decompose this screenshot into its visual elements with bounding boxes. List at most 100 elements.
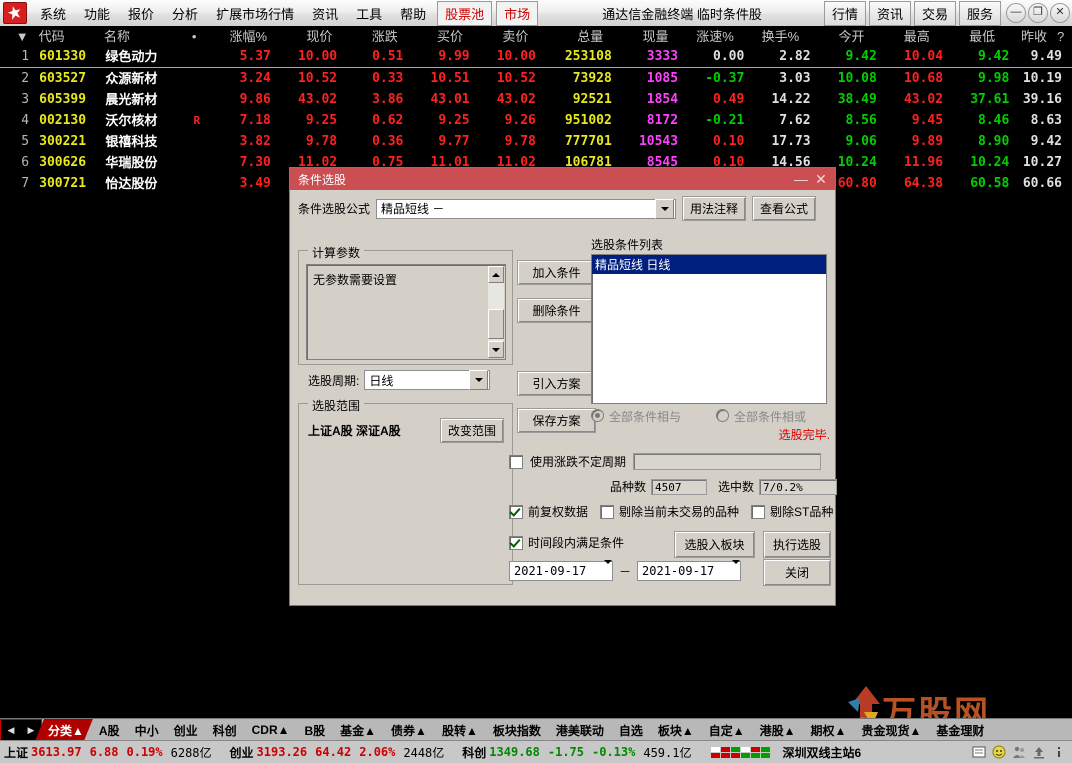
use-updown-input[interactable] [633,453,822,470]
scroll-thumb[interactable] [488,309,504,340]
chevron-down-icon[interactable] [655,198,675,219]
radio-and-icon[interactable] [591,409,604,422]
server-name[interactable]: 深圳双线主站6 [782,744,861,761]
col-change[interactable]: 涨跌 [340,26,405,47]
tab-6[interactable]: B股 [291,719,334,741]
menu-item-help[interactable]: 帮助 [391,1,435,26]
tab-18[interactable]: 基金理财 [923,719,993,741]
period-chevron-down-icon[interactable] [469,370,489,390]
col-turnover[interactable]: 换手% [742,26,807,47]
dialog-minimize-button[interactable]: — [791,170,811,188]
people-icon[interactable] [1012,745,1026,759]
dialog-close-icon[interactable]: ✕ [811,170,831,188]
menu-item-quote[interactable]: 报价 [119,1,163,26]
adjust-checkbox[interactable] [509,504,523,519]
use-updown-checkbox[interactable] [509,454,523,469]
formula-select[interactable]: 精品短线 － [376,198,677,219]
col-low[interactable]: 最低 [938,26,1003,47]
tab-4[interactable]: 科创 [200,719,246,741]
note-icon[interactable] [972,745,986,759]
col-current-vol[interactable]: 现量 [611,26,676,47]
exclude-untraded-checkbox[interactable] [600,504,615,519]
view-formula-button[interactable]: 查看公式 [752,196,817,221]
window-minimize-button[interactable]: — [1006,3,1026,23]
scroll-up-icon[interactable] [488,266,504,283]
smiley-icon[interactable] [992,745,1006,759]
menu-item-analysis[interactable]: 分析 [163,1,207,26]
col-code[interactable]: 代码 [39,26,104,47]
col-help-icon[interactable]: ? [1057,26,1072,47]
col-prev-close[interactable]: 昨收 [1003,26,1057,47]
scroll-down-icon[interactable] [488,341,504,358]
to-block-button[interactable]: 选股入板块 [674,531,755,558]
col-open[interactable]: 今开 [807,26,872,47]
tab-7[interactable]: 基金▲ [327,719,385,741]
menu-item-function[interactable]: 功能 [75,1,119,26]
date-to-chevron-down-icon[interactable] [732,560,741,578]
exclude-untraded-option[interactable]: 剔除当前未交易的品种 [600,503,739,520]
radio-or-icon[interactable] [716,409,729,422]
col-volume[interactable]: 总量 [536,26,611,47]
menu-item-system[interactable]: 系统 [31,1,75,26]
col-change-pct[interactable]: 涨幅% [210,26,275,47]
date-from-input[interactable]: 2021-09-17 [509,560,613,581]
calc-params-scrollbar[interactable] [488,266,504,358]
window-close-button[interactable]: ✕ [1050,3,1070,23]
col-high[interactable]: 最高 [872,26,937,47]
timerange-checkbox[interactable] [509,535,523,550]
import-plan-button[interactable]: 引入方案 [517,371,596,396]
menu-item-tools[interactable]: 工具 [347,1,391,26]
header-button-trade[interactable]: 交易 [913,0,956,26]
scroll-track[interactable] [488,283,504,341]
upload-icon[interactable] [1032,745,1046,759]
list-item[interactable]: 精品短线 日线 [592,255,826,274]
tab-14[interactable]: 自定▲ [696,719,754,741]
period-select[interactable]: 日线 [364,370,491,390]
header-button-news[interactable]: 资讯 [868,0,911,26]
tab-prev-icon[interactable]: ◀ [8,725,15,736]
tab-1[interactable]: A股 [86,719,129,741]
tab-16[interactable]: 期权▲ [798,719,856,741]
col-name[interactable]: 名称 [104,26,187,47]
timerange-option[interactable]: 时间段内满足条件 [509,534,624,551]
table-row[interactable]: 4 002130 沃尔核材 R 7.18 9.25 0.62 9.25 9.26 951002 81… [0,110,1072,131]
exclude-st-option[interactable]: 剔除ST品种 [751,503,833,520]
run-button[interactable]: 执行选股 [763,531,831,558]
table-row[interactable]: 5 300221 银禧科技 3.82 9.78 0.36 9.77 9.78 777701 105… [0,131,1072,152]
table-row[interactable]: 2 603527 众源新材 3.24 10.52 0.33 10.51 10.52 73928 1… [0,68,1072,89]
index-item[interactable]: 创业 3193.26 64.42 2.06% 2448亿 [226,744,459,761]
col-sort-icon[interactable]: ▼ [0,26,39,47]
calc-params-listbox[interactable]: 无参数需要设置 [306,264,506,360]
usage-note-button[interactable]: 用法注释 [682,196,747,221]
tab-0[interactable]: 分类▲ [35,719,93,741]
delete-condition-button[interactable]: 删除条件 [517,298,596,323]
index-item[interactable]: 科创 1349.68 -1.75 -0.13% 459.1亿 [458,744,705,761]
col-ask[interactable]: 卖价 [471,26,536,47]
menu-item-extended-market[interactable]: 扩展市场行情 [207,1,303,26]
tab-10[interactable]: 板块指数 [480,719,550,741]
add-condition-button[interactable]: 加入条件 [517,260,596,285]
adjust-option[interactable]: 前复权数据 [509,503,588,520]
tab-next-icon[interactable]: ▶ [28,725,35,736]
save-plan-button[interactable]: 保存方案 [517,408,596,433]
exclude-st-checkbox[interactable] [751,504,766,519]
col-bid[interactable]: 买价 [406,26,471,47]
col-mark[interactable]: • [186,26,209,47]
menu-item-stock-pool[interactable]: 股票池 [437,0,493,26]
condition-list[interactable]: 精品短线 日线 [591,254,827,404]
window-maximize-button[interactable]: ❐ [1028,3,1048,23]
tab-5[interactable]: CDR▲ [239,719,299,741]
tab-3[interactable]: 创业 [161,719,207,741]
tab-11[interactable]: 港美联动 [543,719,613,741]
menu-item-market[interactable]: 市场 [496,0,539,26]
tab-15[interactable]: 港股▲ [747,719,805,741]
close-button[interactable]: 关闭 [763,559,831,586]
tab-2[interactable]: 中小 [122,719,168,741]
tab-12[interactable]: 自选 [606,719,652,741]
header-button-service[interactable]: 服务 [958,0,1001,26]
menu-item-news[interactable]: 资讯 [303,1,347,26]
table-row[interactable]: 3 605399 晨光新材 9.86 43.02 3.86 43.01 43.02 92521 1… [0,89,1072,110]
info-icon[interactable] [1052,745,1066,759]
radio-and-option[interactable]: 全部条件相与 [591,408,716,425]
tab-13[interactable]: 板块▲ [645,719,703,741]
